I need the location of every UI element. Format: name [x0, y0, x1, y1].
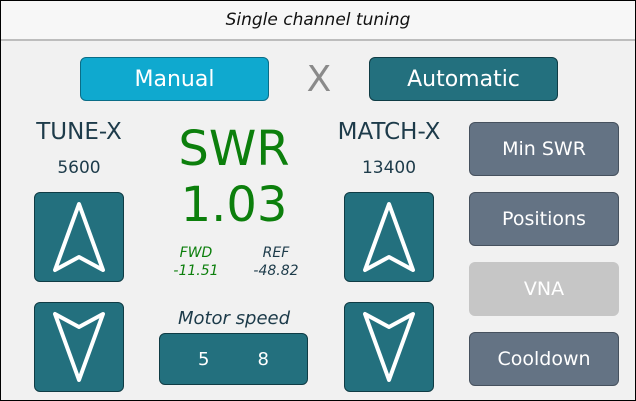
motor-speed-right: 8: [257, 348, 269, 370]
up-arrow-icon: [363, 202, 415, 272]
ref-label: REF: [262, 245, 290, 261]
tune-up-button[interactable]: [34, 192, 124, 282]
tuning-window: Single channel tuning Manual X Automatic…: [0, 0, 636, 401]
match-down-button[interactable]: [344, 302, 434, 392]
motor-speed-label: Motor speed: [177, 308, 291, 329]
swr-label: SWR: [178, 121, 290, 177]
min-swr-button[interactable]: Min SWR: [469, 122, 619, 176]
vna-button[interactable]: VNA: [469, 262, 619, 316]
motor-speed-control[interactable]: 5 8: [159, 333, 308, 385]
swr-value: 1.03: [180, 177, 288, 233]
window-title: Single channel tuning: [1, 1, 635, 41]
down-arrow-icon: [53, 312, 105, 382]
tune-down-button[interactable]: [34, 302, 124, 392]
match-label: MATCH-X: [337, 119, 441, 145]
match-value: 13400: [361, 158, 417, 178]
tune-value: 5600: [57, 158, 101, 178]
automatic-button[interactable]: Automatic: [369, 57, 558, 101]
fwd-label: FWD: [179, 245, 213, 261]
fwd-value: -11.51: [173, 263, 219, 279]
mode-separator: X: [306, 59, 332, 100]
positions-button[interactable]: Positions: [469, 192, 619, 246]
manual-button[interactable]: Manual: [80, 57, 269, 101]
ref-value: -48.82: [253, 263, 299, 279]
motor-speed-left: 5: [198, 348, 210, 370]
match-up-button[interactable]: [344, 192, 434, 282]
up-arrow-icon: [53, 202, 105, 272]
tune-label: TUNE-X: [36, 119, 122, 145]
down-arrow-icon: [363, 312, 415, 382]
cooldown-button[interactable]: Cooldown: [469, 332, 619, 386]
